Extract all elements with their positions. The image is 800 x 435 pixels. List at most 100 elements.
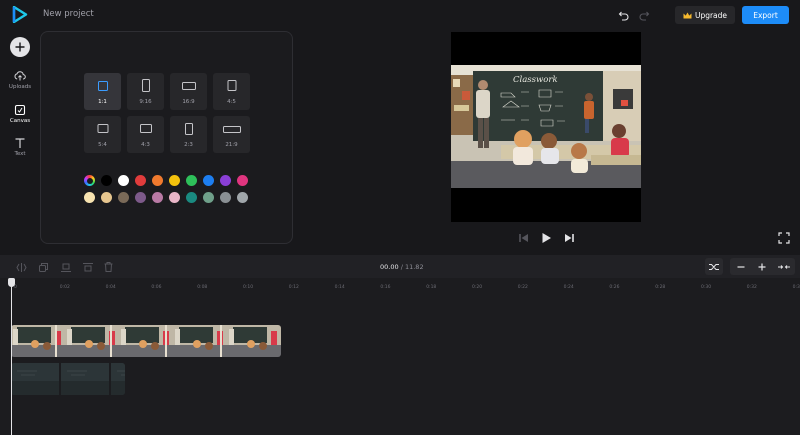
timeline-tracks[interactable]: 0 0:02 0:04 0:06 0:08 0:10 0:12 0:14 0:16 0:18 0:2…	[0, 278, 800, 435]
split-button[interactable]	[13, 260, 30, 274]
chalkboard-clip-thumbnails	[11, 363, 125, 395]
zoom-controls	[730, 258, 795, 275]
square-ratio-icon	[97, 81, 108, 91]
ratio-option-16-9[interactable]: 16:9	[170, 73, 207, 110]
align-bottom-icon	[60, 263, 71, 272]
time-separator: /	[400, 263, 403, 271]
ratio-option-4-5[interactable]: 4:5	[213, 73, 250, 110]
chalkboard-text: Classwork	[513, 75, 558, 85]
video-clip-track[interactable]	[11, 325, 281, 357]
clip-divider[interactable]	[55, 325, 57, 357]
delete-button[interactable]	[100, 260, 117, 274]
crown-icon	[683, 12, 692, 18]
trash-icon	[104, 262, 113, 272]
fit-timeline-button[interactable]	[705, 258, 723, 275]
color-swatch[interactable]	[237, 175, 248, 186]
ruler-tick-label: 0:32	[746, 285, 757, 290]
split-icon	[16, 262, 27, 272]
ratio-option-2-3[interactable]: 2:3	[170, 116, 207, 153]
ruler-tick-label: 0:02	[59, 285, 70, 290]
add-media-button[interactable]	[10, 37, 30, 57]
redo-icon[interactable]	[638, 9, 650, 21]
ratio-label: 4:3	[141, 142, 150, 148]
total-time: 11.82	[404, 263, 424, 271]
color-swatch[interactable]	[118, 192, 129, 203]
ratio-option-9-16[interactable]: 9:16	[127, 73, 164, 110]
color-swatch[interactable]	[152, 192, 163, 203]
ruler-tick-label: 0:28	[655, 285, 666, 290]
ratio-label: 4:5	[227, 99, 236, 105]
color-swatch[interactable]	[84, 192, 95, 203]
skip-forward-icon[interactable]	[562, 231, 576, 245]
undo-icon[interactable]	[618, 9, 630, 21]
zoom-in-button[interactable]	[753, 258, 771, 275]
color-swatch[interactable]	[152, 175, 163, 186]
playhead-handle[interactable]	[8, 278, 15, 287]
sidebar-item-uploads[interactable]: Uploads	[0, 70, 40, 90]
plus-icon	[758, 263, 766, 270]
duplicate-button[interactable]	[35, 260, 52, 274]
minus-icon	[737, 265, 745, 268]
ruler-tick-label: 0:22	[517, 285, 528, 290]
ruler-tick-label: 0:18	[426, 285, 437, 290]
ratio-label: 2:3	[184, 142, 193, 148]
upgrade-button[interactable]: Upgrade	[675, 6, 735, 24]
skip-back-icon[interactable]	[517, 231, 531, 245]
landscape-ratio-icon	[181, 82, 196, 90]
fit-width-button[interactable]	[775, 258, 793, 275]
playhead[interactable]	[11, 278, 12, 435]
ratio-option-5-4[interactable]: 5:4	[84, 116, 121, 153]
app-logo-icon[interactable]	[12, 6, 28, 23]
video-clip-thumbnails	[11, 325, 281, 357]
ruler-tick-label: 0:06	[151, 285, 162, 290]
zoom-out-button[interactable]	[732, 258, 750, 275]
project-title[interactable]: New project	[43, 9, 94, 19]
color-swatch[interactable]	[135, 192, 146, 203]
clip-divider[interactable]	[110, 325, 112, 357]
ruler-tick-label: 0:14	[334, 285, 345, 290]
ruler-tick-label: 0:26	[609, 285, 620, 290]
landscape-ratio-icon	[97, 124, 108, 133]
fullscreen-icon[interactable]	[778, 232, 790, 244]
shuffle-icon	[705, 258, 723, 275]
sidebar-item-label: Uploads	[8, 84, 32, 90]
portrait-ratio-icon	[141, 79, 150, 92]
color-picker-icon[interactable]	[84, 175, 95, 186]
play-icon[interactable]	[539, 231, 553, 245]
align-bottom-button[interactable]	[57, 260, 74, 274]
video-preview[interactable]: Classwork	[451, 32, 641, 222]
clip-divider[interactable]	[165, 325, 167, 357]
ratio-label: 1:1	[98, 99, 107, 105]
classroom-video-frame: Classwork	[451, 65, 641, 188]
color-swatch[interactable]	[186, 192, 197, 203]
ruler-tick-label: 0:30	[701, 285, 712, 290]
color-swatch[interactable]	[203, 192, 214, 203]
color-swatch[interactable]	[237, 192, 248, 203]
color-swatch[interactable]	[101, 192, 112, 203]
ratio-option-1-1[interactable]: 1:1	[84, 73, 121, 110]
color-swatch[interactable]	[101, 175, 112, 186]
color-swatch[interactable]	[203, 175, 214, 186]
ratio-label: 16:9	[182, 99, 195, 105]
color-swatch[interactable]	[186, 175, 197, 186]
sidebar-item-text[interactable]: Text	[0, 137, 40, 157]
timeline-toolbar: 00.00 / 11.82	[0, 255, 800, 278]
align-top-button[interactable]	[79, 260, 96, 274]
color-swatch[interactable]	[220, 175, 231, 186]
sidebar-item-canvas[interactable]: Canvas	[0, 104, 40, 124]
ruler-tick-label: 0:10	[243, 285, 254, 290]
color-swatch[interactable]	[169, 192, 180, 203]
ratio-option-4-3[interactable]: 4:3	[127, 116, 164, 153]
color-swatch[interactable]	[169, 175, 180, 186]
color-swatch[interactable]	[220, 192, 231, 203]
ruler-tick-label: 0:16	[380, 285, 391, 290]
color-swatch[interactable]	[118, 175, 129, 186]
upgrade-label: Upgrade	[694, 10, 728, 20]
plus-icon	[15, 42, 25, 52]
chalkboard-clip-track[interactable]	[11, 363, 125, 395]
ratio-option-21-9[interactable]: 21:9	[213, 116, 250, 153]
ratio-label: 9:16	[139, 99, 152, 105]
export-button[interactable]: Export	[742, 6, 789, 24]
color-swatch[interactable]	[135, 175, 146, 186]
clip-divider[interactable]	[220, 325, 222, 357]
